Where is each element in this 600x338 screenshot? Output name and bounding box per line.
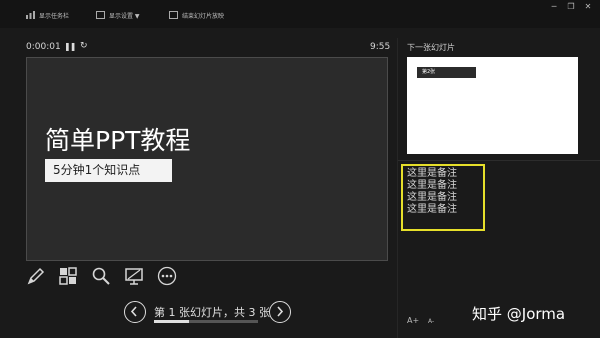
- display-icon: [96, 11, 105, 19]
- note-line: 这里是备注: [407, 168, 457, 179]
- decrease-font-button[interactable]: A-: [428, 318, 434, 325]
- taskbar-icon: [26, 11, 35, 19]
- screen-icon: [125, 268, 143, 285]
- next-slide-label: 下一张幻灯片: [407, 43, 455, 52]
- show-taskbar-button[interactable]: 显示任务栏: [26, 9, 69, 21]
- next-slide-button[interactable]: [269, 301, 291, 323]
- display-settings-label: 显示设置 ▼: [109, 12, 140, 20]
- presenter-toolbar: [0, 0, 600, 28]
- pen-icon: [27, 267, 45, 285]
- more-options-button[interactable]: [157, 266, 177, 286]
- end-show-icon: [169, 11, 178, 19]
- note-line: 这里是备注: [407, 204, 457, 215]
- chevron-right-icon: [277, 306, 284, 317]
- pen-tool-button[interactable]: [26, 266, 46, 286]
- next-slide-tag: 第2张: [417, 67, 476, 78]
- close-icon: ✕: [584, 2, 592, 11]
- more-options-icon: [157, 266, 177, 286]
- slide-counter[interactable]: 第 1 张幻灯片，共 3 张: [154, 304, 270, 320]
- reset-timer-icon[interactable]: ↻: [80, 41, 88, 51]
- close-button[interactable]: ✕: [582, 2, 594, 12]
- pause-timer-icon[interactable]: ❚❚: [64, 42, 76, 51]
- zoom-icon: [92, 267, 110, 285]
- note-line: 这里是备注: [407, 180, 457, 191]
- notes-divider[interactable]: [398, 160, 600, 161]
- panel-divider[interactable]: [397, 38, 398, 338]
- display-settings-button[interactable]: 显示设置 ▼: [96, 9, 140, 21]
- black-screen-button[interactable]: [124, 266, 144, 286]
- elapsed-timer: 0:00:01: [26, 42, 61, 52]
- all-slides-icon: [59, 267, 77, 285]
- restore-icon: ❐: [567, 2, 575, 11]
- minimize-icon: ─: [551, 2, 557, 11]
- previous-slide-button[interactable]: [124, 301, 146, 323]
- watermark: 知乎 @Jorma: [472, 305, 566, 323]
- slide-progress-fill: [154, 320, 189, 323]
- note-line: 这里是备注: [407, 192, 457, 203]
- chevron-left-icon: [130, 306, 137, 317]
- minimize-button[interactable]: ─: [548, 2, 560, 12]
- slide-subtitle: 5分钟1个知识点: [45, 159, 172, 182]
- increase-font-button[interactable]: A+: [407, 316, 419, 325]
- zoom-button[interactable]: [91, 266, 111, 286]
- end-slideshow-button[interactable]: 结束幻灯片放映: [169, 9, 224, 21]
- restore-button[interactable]: ❐: [565, 2, 577, 12]
- see-all-slides-button[interactable]: [58, 266, 78, 286]
- show-taskbar-label: 显示任务栏: [39, 12, 70, 20]
- slide-title: 简单PPT教程: [45, 126, 191, 155]
- end-slideshow-label: 结束幻灯片放映: [182, 12, 225, 20]
- clock: 9:55: [370, 42, 391, 52]
